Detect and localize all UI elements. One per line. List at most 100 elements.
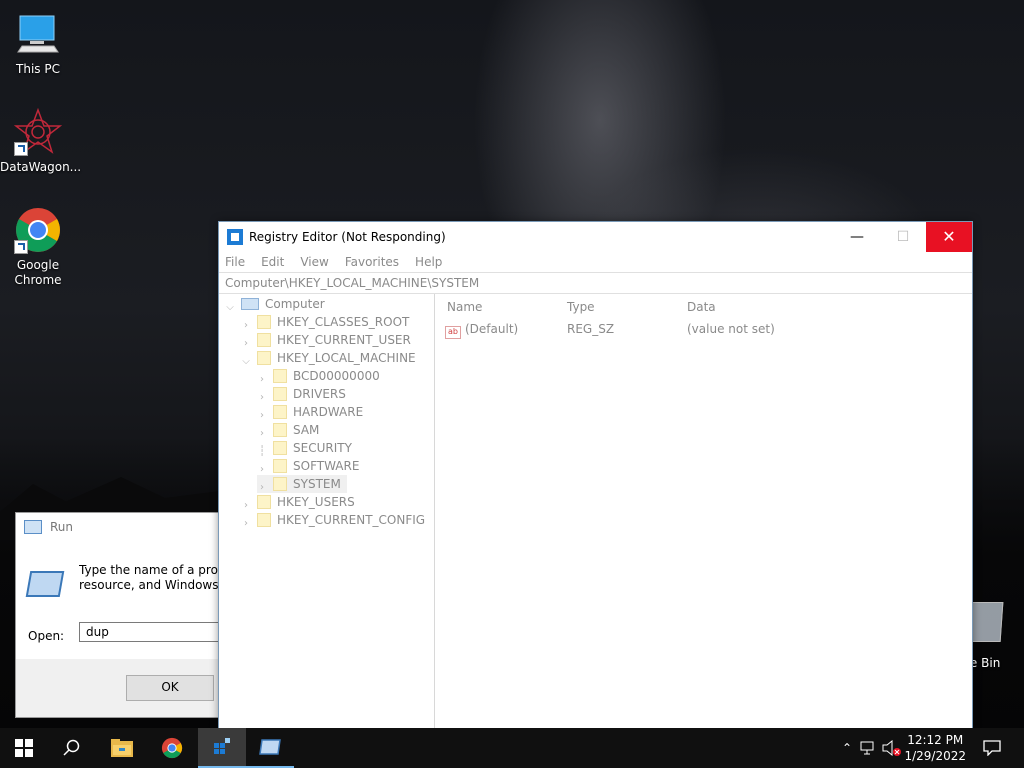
- folder-icon: [273, 423, 287, 437]
- ok-button[interactable]: OK: [126, 675, 214, 701]
- address-bar[interactable]: Computer\HKEY_LOCAL_MACHINE\SYSTEM: [219, 272, 972, 294]
- tree-node-sam[interactable]: › SAM: [257, 421, 319, 439]
- tree-label: HKEY_LOCAL_MACHINE: [277, 351, 416, 365]
- window-title: Registry Editor (Not Responding): [249, 230, 446, 244]
- tree-node-hklm[interactable]: ⌵ HKEY_LOCAL_MACHINE: [241, 349, 416, 367]
- notification-icon: [983, 740, 1001, 756]
- taskbar-file-explorer[interactable]: [98, 728, 146, 768]
- taskbar-run[interactable]: [246, 728, 294, 768]
- chevron-right-icon[interactable]: ›: [241, 335, 251, 349]
- regedit-titlebar[interactable]: Registry Editor (Not Responding) — ☐ ✕: [219, 222, 972, 252]
- regedit-app-icon: [227, 229, 243, 245]
- tree-node-hkcc[interactable]: › HKEY_CURRENT_CONFIG: [241, 511, 425, 529]
- tree-label: HKEY_USERS: [277, 495, 355, 509]
- folder-icon: [273, 459, 287, 473]
- tree-label: HKEY_CURRENT_CONFIG: [277, 513, 426, 527]
- ab-string-icon: ab: [445, 326, 461, 339]
- menu-bar: File Edit View Favorites Help: [219, 252, 972, 272]
- tree-label: SYSTEM: [293, 477, 341, 491]
- desktop-icon-label: This PC: [16, 62, 60, 76]
- chevron-right-icon[interactable]: ›: [257, 425, 267, 439]
- close-button[interactable]: ✕: [926, 222, 972, 252]
- column-header-type[interactable]: Type: [567, 300, 595, 314]
- menu-file[interactable]: File: [225, 255, 245, 269]
- chevron-right-icon[interactable]: ›: [241, 497, 251, 511]
- chevron-right-icon[interactable]: ›: [257, 389, 267, 403]
- values-list: Name Type Data ab (Default) REG_SZ (value…: [440, 294, 972, 730]
- value-data: (value not set): [687, 322, 775, 336]
- column-header-name[interactable]: Name: [447, 300, 482, 314]
- tree-connector-icon: ┆: [258, 446, 266, 457]
- regedit-icon: [214, 738, 230, 754]
- menu-edit[interactable]: Edit: [261, 255, 284, 269]
- chevron-down-icon[interactable]: ⌵: [241, 353, 251, 367]
- tree-node-hardware[interactable]: › HARDWARE: [257, 403, 363, 421]
- tree-node-security[interactable]: ┆ SECURITY: [257, 439, 352, 457]
- tree-label: HKEY_CLASSES_ROOT: [277, 315, 410, 329]
- windows-logo-icon: [15, 739, 33, 757]
- chevron-right-icon[interactable]: ›: [241, 317, 251, 331]
- this-pc-icon: [14, 10, 62, 58]
- tree-node-hku[interactable]: › HKEY_USERS: [241, 493, 355, 511]
- tree-node-bcd[interactable]: › BCD00000000: [257, 367, 380, 385]
- search-icon: [63, 739, 80, 756]
- minimize-button[interactable]: —: [834, 222, 880, 252]
- run-title: Run: [50, 520, 74, 534]
- chevron-right-icon[interactable]: ›: [257, 371, 267, 385]
- column-header-data[interactable]: Data: [687, 300, 716, 314]
- network-icon[interactable]: [860, 741, 878, 755]
- tree-node-system[interactable]: › SYSTEM: [257, 475, 347, 493]
- registry-tree: ⌵ Computer › HKEY_CLASSES_ROOT › HKEY_CU…: [219, 294, 435, 730]
- desktop-icon-label: DataWagon...: [0, 160, 82, 174]
- run-icon: [24, 520, 42, 534]
- menu-view[interactable]: View: [300, 255, 328, 269]
- chrome-icon: [161, 737, 183, 759]
- tree-label: HARDWARE: [293, 405, 364, 419]
- chevron-up-icon[interactable]: ⌃: [838, 741, 856, 755]
- registry-editor-window: Registry Editor (Not Responding) — ☐ ✕ F…: [218, 221, 973, 731]
- desktop-icon-label: Google Chrome: [14, 258, 62, 287]
- desktop-icon-google-chrome[interactable]: Google Chrome: [0, 206, 76, 288]
- tree-node-hkcr[interactable]: › HKEY_CLASSES_ROOT: [241, 313, 409, 331]
- tree-label: HKEY_CURRENT_USER: [277, 333, 411, 347]
- chevron-right-icon[interactable]: ›: [257, 461, 267, 475]
- datawagon-icon: [13, 107, 63, 156]
- maximize-button[interactable]: ☐: [880, 222, 926, 252]
- chevron-right-icon[interactable]: ›: [257, 407, 267, 421]
- clock-time: 12:12 PM: [907, 733, 964, 747]
- folder-icon: [273, 441, 287, 455]
- folder-icon: [257, 513, 271, 527]
- taskbar-chrome[interactable]: [148, 728, 196, 768]
- action-center-button[interactable]: [968, 728, 1016, 768]
- menu-help[interactable]: Help: [415, 255, 442, 269]
- volume-muted-icon[interactable]: [882, 740, 902, 756]
- desktop-icon-datawagon[interactable]: DataWagon...: [0, 107, 82, 175]
- taskbar: ⌃ 12:12 PM 1/29/2022: [0, 728, 1024, 768]
- search-button[interactable]: [48, 728, 96, 768]
- tree-node-hkcu[interactable]: › HKEY_CURRENT_USER: [241, 331, 411, 349]
- menu-favorites[interactable]: Favorites: [345, 255, 399, 269]
- value-row-name[interactable]: ab (Default): [445, 322, 518, 339]
- shortcut-arrow-icon: [14, 240, 28, 254]
- tree-node-software[interactable]: › SOFTWARE: [257, 457, 359, 475]
- folder-icon: [257, 333, 271, 347]
- tree-label: SECURITY: [293, 441, 352, 455]
- chevron-down-icon[interactable]: ⌵: [225, 299, 235, 313]
- computer-icon: [241, 298, 259, 310]
- clock[interactable]: 12:12 PM 1/29/2022: [904, 732, 966, 764]
- tree-node-drivers[interactable]: › DRIVERS: [257, 385, 346, 403]
- chevron-right-icon[interactable]: ›: [257, 479, 267, 493]
- tree-node-computer[interactable]: ⌵ Computer: [225, 295, 324, 313]
- clock-date: 1/29/2022: [904, 749, 966, 763]
- folder-icon: [257, 315, 271, 329]
- chevron-right-icon[interactable]: ›: [241, 515, 251, 529]
- desktop-icon-this-pc[interactable]: This PC: [0, 10, 76, 77]
- run-large-icon: [25, 571, 65, 597]
- folder-icon: [273, 387, 287, 401]
- taskbar-registry-editor[interactable]: [198, 728, 246, 768]
- open-label: Open:: [28, 629, 65, 643]
- value-type: REG_SZ: [567, 322, 615, 336]
- tree-label: DRIVERS: [293, 387, 346, 401]
- shortcut-arrow-icon: [14, 142, 28, 156]
- start-button[interactable]: [0, 728, 48, 768]
